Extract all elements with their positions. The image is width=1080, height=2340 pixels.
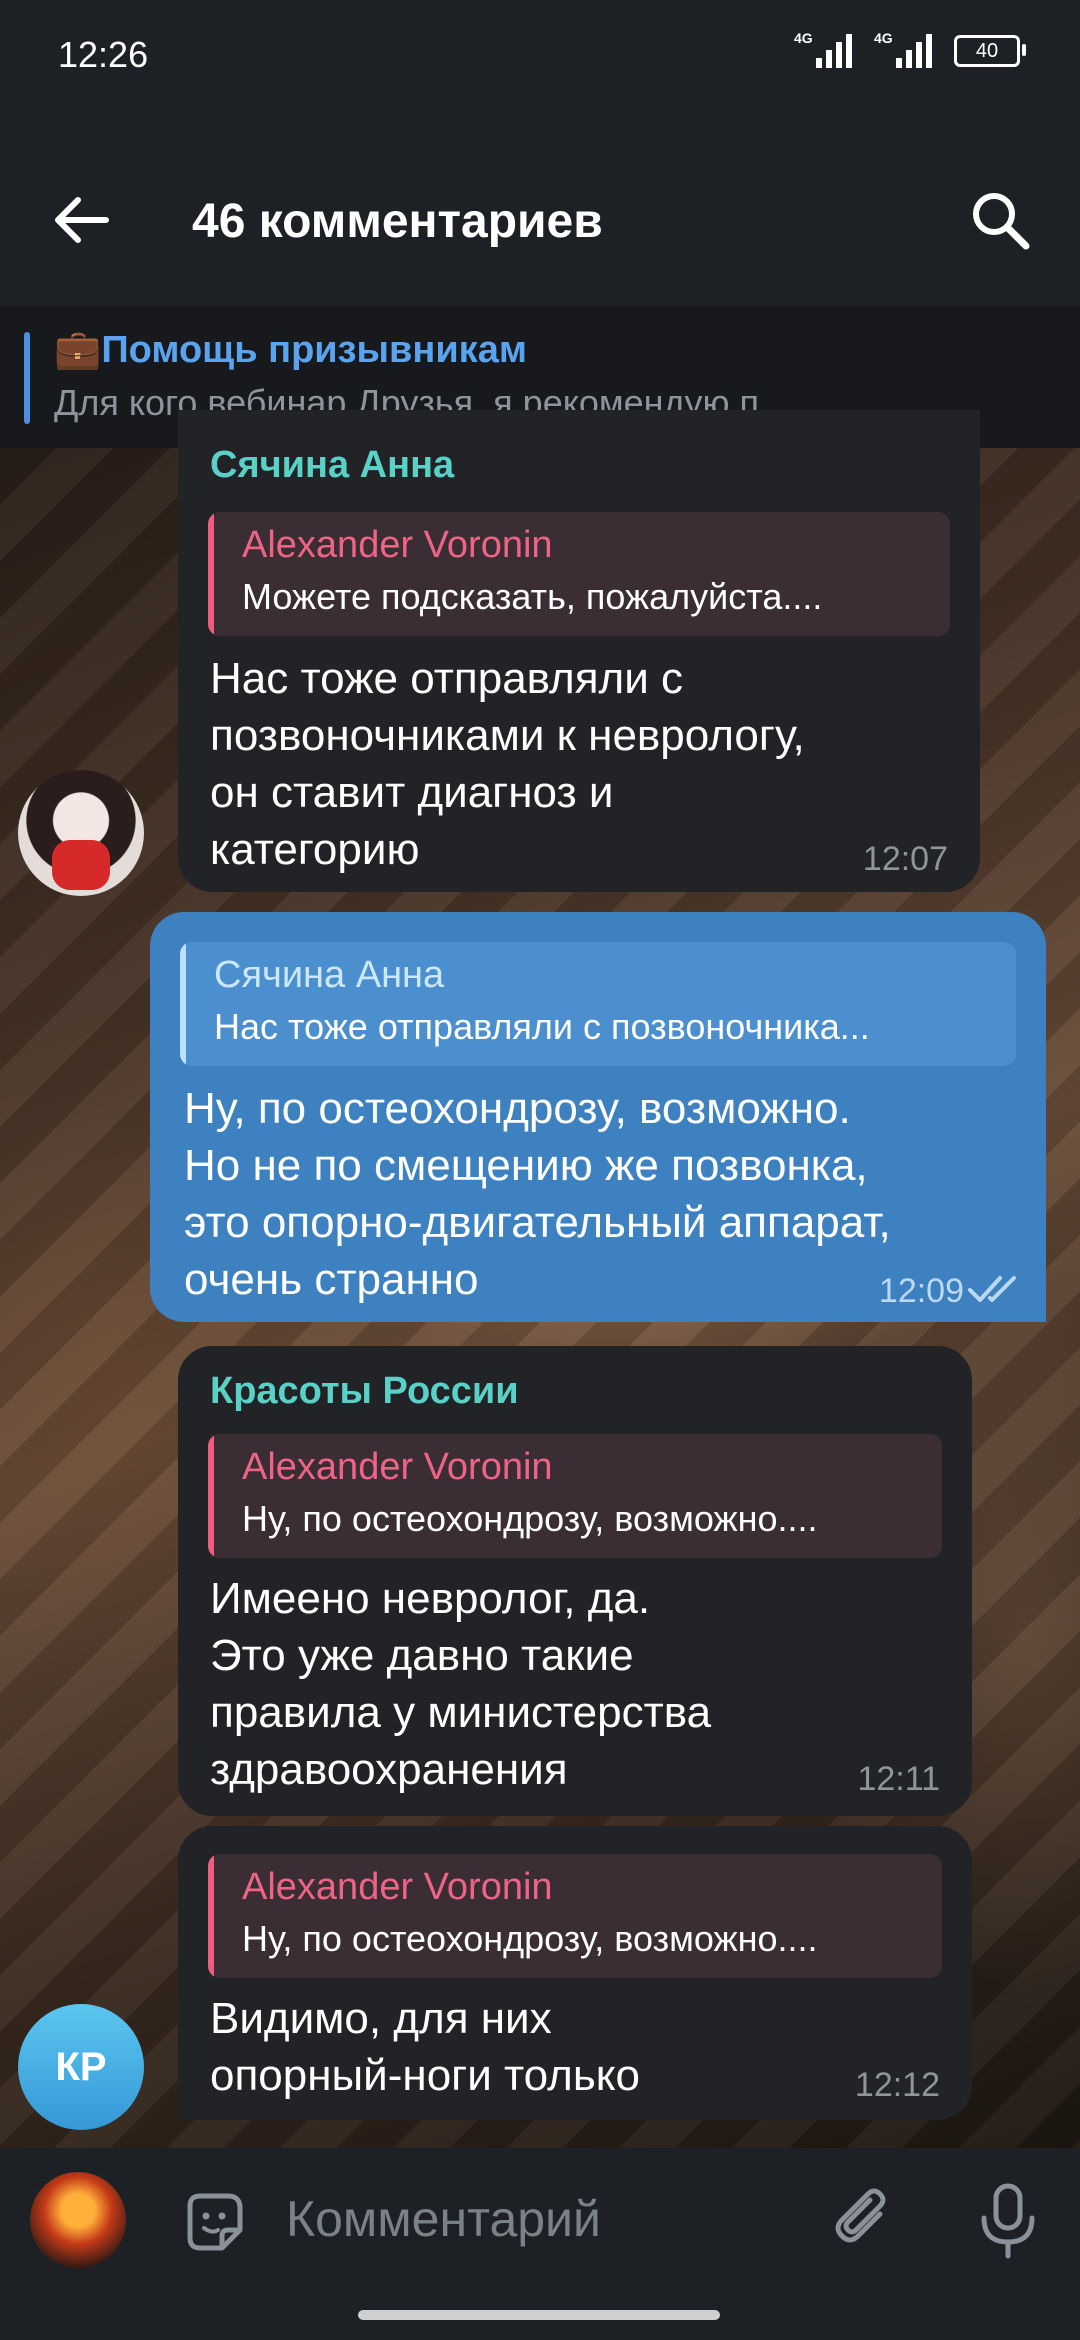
reply-author: Сячина Анна xyxy=(214,954,445,996)
message-time: 12:12 xyxy=(854,2066,940,2104)
message-bubble[interactable]: Красоты России Alexander Voronin Ну, по … xyxy=(178,1346,972,1816)
microphone-icon[interactable] xyxy=(972,2180,1044,2260)
reply-text: Ну, по остеохондрозу, возможно.... xyxy=(242,1498,818,1539)
message-bubble[interactable]: Сячина Анна Alexander Voronin Можете под… xyxy=(178,410,980,892)
message-author[interactable]: Красоты России xyxy=(210,1370,519,1413)
pinned-title: 💼Помощь призывникам xyxy=(54,329,527,371)
battery-icon: 40 xyxy=(954,35,1026,67)
avatar[interactable]: КР xyxy=(18,2004,144,2130)
reply-quote[interactable]: Alexander Voronin Ну, по остеохондрозу, … xyxy=(208,1434,942,1558)
message-time: 12:09 xyxy=(878,1272,964,1310)
reply-quote[interactable]: Сячина Анна Нас тоже отправляли с позвон… xyxy=(180,942,1016,1066)
status-bar: 12:26 4G 4G 40 xyxy=(0,0,1080,110)
message-text: Имеено невролог, да. Это уже давно такие… xyxy=(210,1574,712,1794)
paperclip-icon[interactable] xyxy=(828,2184,900,2256)
avatar[interactable] xyxy=(18,770,144,896)
pinned-indicator xyxy=(24,332,30,424)
message-bubble-outgoing[interactable]: Сячина Анна Нас тоже отправляли с позвон… xyxy=(150,912,1046,1322)
message-time: 12:11 xyxy=(857,1760,940,1798)
avatar-initials: КР xyxy=(55,2044,107,2089)
reply-quote[interactable]: Alexander Voronin Можете подсказать, пож… xyxy=(208,512,950,636)
sticker-icon[interactable] xyxy=(178,2186,250,2258)
reply-text: Ну, по остеохондрозу, возможно.... xyxy=(242,1918,818,1959)
signal-icon-sim2: 4G xyxy=(874,30,932,68)
reply-text: Нас тоже отправляли с позвоночника... xyxy=(214,1006,870,1047)
user-avatar[interactable] xyxy=(30,2172,126,2268)
reply-text: Можете подсказать, пожалуйста.... xyxy=(242,576,823,617)
home-indicator[interactable] xyxy=(358,2310,720,2320)
reply-author: Alexander Voronin xyxy=(242,1866,553,1908)
message-text: Нас тоже отправляли с позвоночниками к н… xyxy=(210,654,805,874)
message-bubble[interactable]: Alexander Voronin Ну, по остеохондрозу, … xyxy=(178,1826,972,2120)
app-header: 46 комментариев xyxy=(0,110,1080,306)
message-time: 12:07 xyxy=(862,840,948,878)
message-author[interactable]: Сячина Анна xyxy=(210,444,454,487)
reply-author: Alexander Voronin xyxy=(242,524,553,566)
arrow-left-icon[interactable] xyxy=(46,190,116,250)
reply-author: Alexander Voronin xyxy=(242,1446,553,1488)
search-icon[interactable] xyxy=(966,186,1036,256)
status-time: 12:26 xyxy=(58,34,149,75)
message-text: Ну, по остеохондрозу, возможно. Но не по… xyxy=(184,1084,891,1304)
message-text: Видимо, для них опорный-ноги только xyxy=(210,1994,640,2100)
signal-icon-sim1: 4G xyxy=(794,30,852,68)
page-title: 46 комментариев xyxy=(192,195,603,248)
double-check-icon xyxy=(968,1276,1016,1302)
reply-quote[interactable]: Alexander Voronin Ну, по остеохондрозу, … xyxy=(208,1854,942,1978)
comment-input[interactable]: Комментарий xyxy=(286,2190,601,2248)
